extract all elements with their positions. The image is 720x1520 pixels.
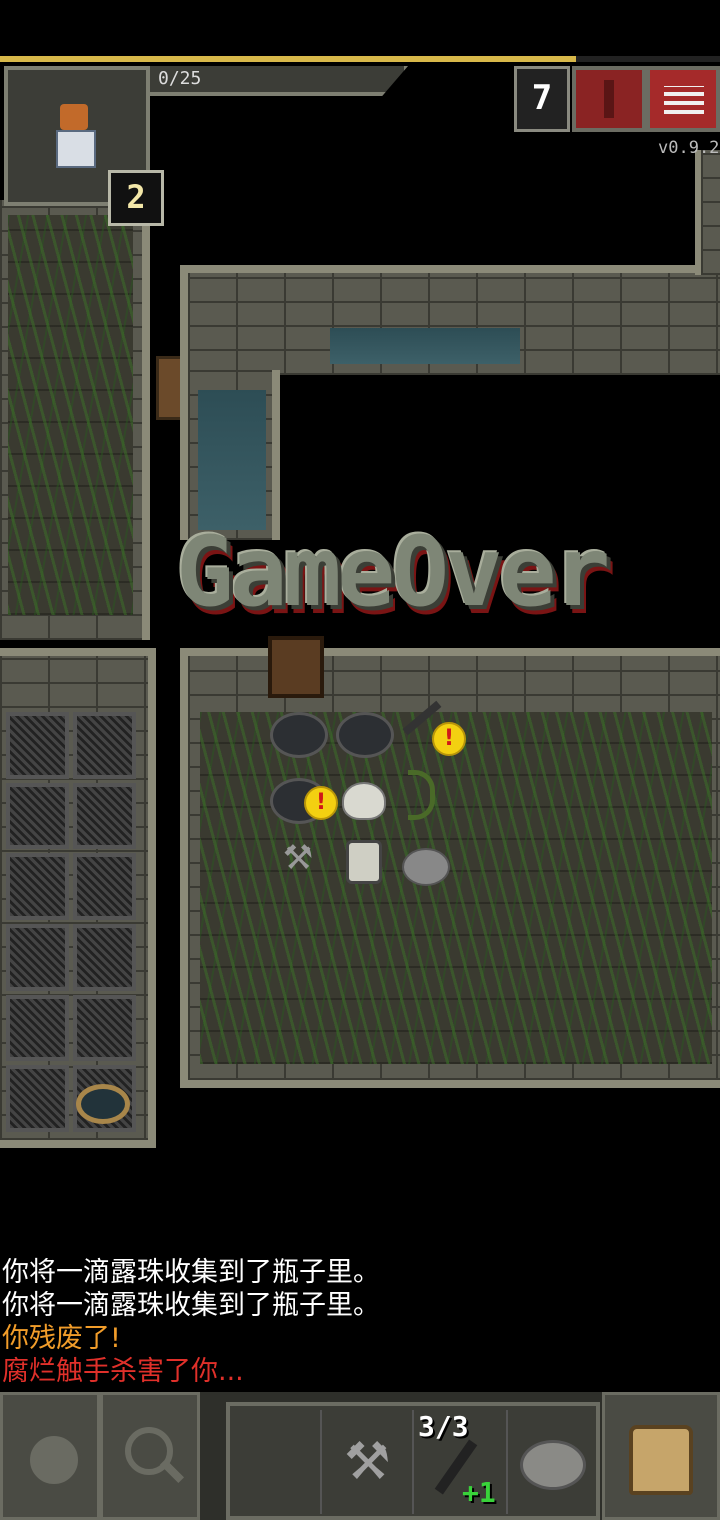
item-potion-icon[interactable]	[346, 840, 382, 884]
log-line: 你残废了!	[2, 1323, 121, 1354]
quickslot-darts[interactable]: 3/3 +1	[416, 1410, 508, 1514]
backpack-button[interactable]	[602, 1392, 720, 1520]
alert-icon: !	[304, 786, 338, 820]
item-stone-icon[interactable]	[402, 848, 450, 886]
item-dark-boot-1[interactable]	[270, 712, 328, 758]
right-wall-pillar	[695, 150, 720, 275]
upper-room-water	[330, 328, 520, 364]
version-label: v0.9.2	[658, 138, 720, 158]
quickslot-stone[interactable]	[510, 1410, 596, 1514]
well-icon[interactable]	[76, 1084, 130, 1124]
search-button[interactable]	[100, 1392, 200, 1520]
item-pickaxe-icon[interactable]: ⚒	[278, 840, 318, 876]
stone-icon	[520, 1440, 586, 1490]
quickslot-bar: ⚒ 3/3 +1	[226, 1402, 600, 1520]
quickslot-pickaxe[interactable]: ⚒	[326, 1410, 414, 1514]
menu-icon	[664, 86, 704, 114]
quickslot-empty[interactable]	[234, 1410, 322, 1514]
left-corridor-grass	[8, 215, 133, 615]
xp-progress-bar	[0, 56, 720, 62]
passage-water	[198, 390, 266, 530]
item-tentacle-icon[interactable]	[408, 770, 435, 820]
menu-button[interactable]	[646, 66, 720, 132]
xp-progress-fill	[0, 56, 576, 62]
journal-button[interactable]	[572, 66, 646, 132]
dart-count: 3/3	[418, 1410, 469, 1443]
journal-icon	[604, 80, 614, 118]
item-dark-boot-2[interactable]	[336, 712, 394, 758]
magnifier-handle	[159, 1458, 185, 1484]
backpack-icon	[629, 1425, 693, 1495]
game-over-title: GameOver	[176, 516, 610, 628]
pickaxe-icon: ⚒	[344, 1432, 391, 1492]
items-pile: ! ! ⚒	[262, 700, 482, 900]
log-line: 你将一滴露珠收集到了瓶子里。	[2, 1257, 380, 1288]
main-room-door[interactable]	[268, 636, 324, 698]
wait-button[interactable]	[0, 1392, 100, 1520]
grate-room-grid	[6, 712, 136, 1132]
hero-head	[60, 104, 88, 130]
experience-text: 0/25	[158, 68, 202, 89]
log-line: 腐烂触手杀害了你...	[2, 1356, 244, 1387]
message-log: 你将一滴露珠收集到了瓶子里。 你将一滴露珠收集到了瓶子里。 你残废了! 腐烂触手…	[2, 1256, 718, 1390]
depth-badge[interactable]: 2	[108, 170, 164, 226]
log-line: 你将一滴露珠收集到了瓶子里。	[2, 1290, 380, 1321]
hero-avatar	[48, 98, 102, 178]
experience-banner: 0/25	[150, 66, 408, 96]
item-skull-icon[interactable]	[342, 782, 386, 820]
alert-icon: !	[432, 722, 466, 756]
clock-icon	[27, 1433, 81, 1487]
danger-counter[interactable]: 7	[514, 66, 570, 132]
hero-body	[56, 130, 96, 168]
bottom-toolbar: ⚒ 3/3 +1	[0, 1392, 720, 1520]
dart-bonus: +1	[462, 1476, 496, 1509]
